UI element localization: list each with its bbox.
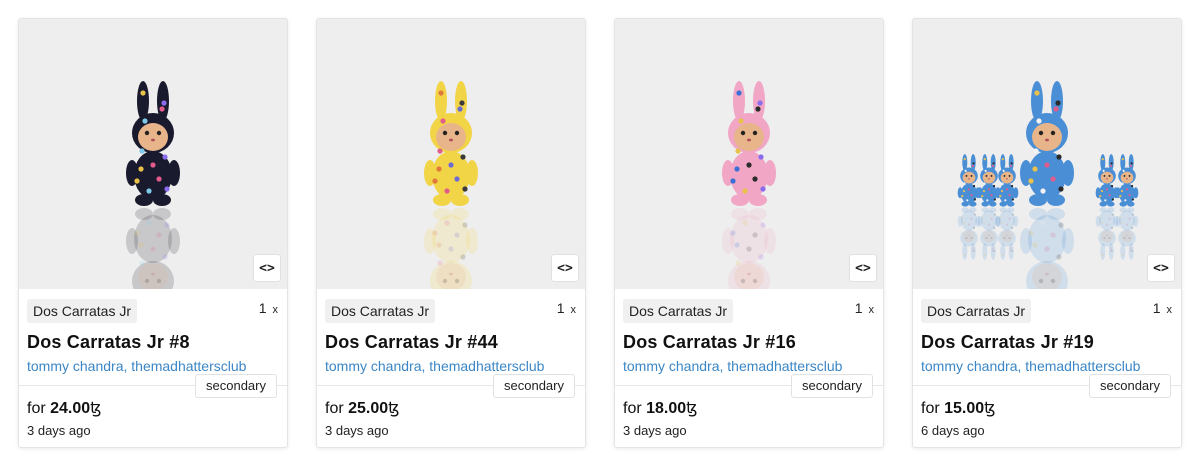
token-card[interactable]: <> Dos Carratas Jr 1x Dos Carratas Jr #8… — [18, 18, 288, 448]
artist-links[interactable]: tommy chandra, themadhattersclub — [623, 358, 842, 374]
tez-currency-icon: ꜩ — [90, 400, 102, 417]
price-prefix: for — [921, 400, 940, 417]
sale-price: for 25.00ꜩ — [325, 398, 400, 418]
token-preview[interactable]: <> — [913, 19, 1181, 289]
bunny-figure-image — [424, 81, 478, 289]
token-card[interactable]: <> Dos Carratas Jr 1x Dos Carratas Jr #1… — [614, 18, 884, 448]
sale-price: for 15.00ꜩ — [921, 398, 996, 418]
sale-price: for 18.00ꜩ — [623, 398, 698, 418]
tez-currency-icon: ꜩ — [686, 400, 698, 417]
token-title[interactable]: Dos Carratas Jr #44 — [325, 332, 498, 353]
artist-links[interactable]: tommy chandra, themadhattersclub — [27, 358, 246, 374]
market-badge: secondary — [791, 374, 873, 398]
collection-tag[interactable]: Dos Carratas Jr — [623, 299, 734, 323]
embed-code-button[interactable]: <> — [551, 254, 579, 282]
edition-count-suffix: x — [570, 304, 577, 316]
bunny-figure-image — [126, 81, 180, 289]
token-card[interactable]: <> Dos Carratas Jr 1x Dos Carratas Jr #4… — [316, 18, 586, 448]
tez-currency-icon: ꜩ — [388, 400, 400, 417]
token-preview[interactable]: <> — [19, 19, 287, 289]
edition-count-suffix: x — [868, 304, 875, 316]
bunny-figure-image — [957, 81, 1139, 289]
edition-count: 1x — [855, 300, 874, 316]
market-badge: secondary — [493, 374, 575, 398]
token-title[interactable]: Dos Carratas Jr #16 — [623, 332, 796, 353]
bunny-figure-image — [722, 81, 776, 289]
collection-tag[interactable]: Dos Carratas Jr — [921, 299, 1032, 323]
edition-count-suffix: x — [1166, 304, 1173, 316]
market-badge: secondary — [195, 374, 277, 398]
artist-links[interactable]: tommy chandra, themadhattersclub — [325, 358, 544, 374]
embed-code-button[interactable]: <> — [1147, 254, 1175, 282]
collection-tag[interactable]: Dos Carratas Jr — [27, 299, 138, 323]
edition-count: 1x — [1153, 300, 1172, 316]
sale-time: 3 days ago — [27, 423, 91, 438]
embed-code-button[interactable]: <> — [253, 254, 281, 282]
artist-links[interactable]: tommy chandra, themadhattersclub — [921, 358, 1140, 374]
edition-count-value: 1 — [1152, 300, 1161, 316]
price-prefix: for — [325, 400, 344, 417]
price-amount: 25.00 — [348, 400, 389, 417]
price-amount: 18.00 — [646, 400, 687, 417]
price-prefix: for — [623, 400, 642, 417]
edition-count-value: 1 — [556, 300, 565, 316]
sale-time: 3 days ago — [623, 423, 687, 438]
embed-code-button[interactable]: <> — [849, 254, 877, 282]
edition-count: 1x — [557, 300, 576, 316]
sale-price: for 24.00ꜩ — [27, 398, 102, 418]
token-preview[interactable]: <> — [317, 19, 585, 289]
token-grid: <> Dos Carratas Jr 1x Dos Carratas Jr #8… — [18, 18, 1182, 450]
token-preview[interactable]: <> — [615, 19, 883, 289]
edition-count-value: 1 — [258, 300, 267, 316]
collection-tag[interactable]: Dos Carratas Jr — [325, 299, 436, 323]
price-amount: 15.00 — [944, 400, 985, 417]
edition-count-value: 1 — [854, 300, 863, 316]
edition-count: 1x — [259, 300, 278, 316]
edition-count-suffix: x — [272, 304, 279, 316]
tez-currency-icon: ꜩ — [984, 400, 996, 417]
sale-time: 3 days ago — [325, 423, 389, 438]
market-badge: secondary — [1089, 374, 1171, 398]
price-amount: 24.00 — [50, 400, 91, 417]
token-title[interactable]: Dos Carratas Jr #8 — [27, 332, 190, 353]
price-prefix: for — [27, 400, 46, 417]
token-title[interactable]: Dos Carratas Jr #19 — [921, 332, 1094, 353]
token-card[interactable]: <> Dos Carratas Jr 1x Dos Carratas Jr #1… — [912, 18, 1182, 448]
sale-time: 6 days ago — [921, 423, 985, 438]
